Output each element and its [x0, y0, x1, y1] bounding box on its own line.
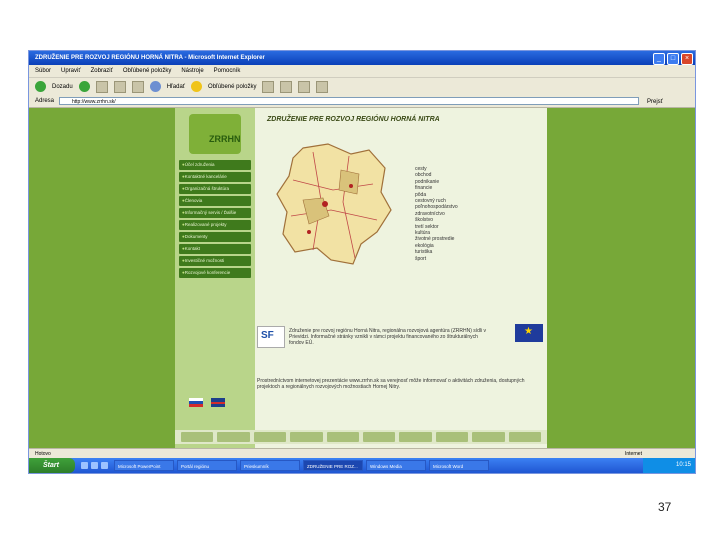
back-button-label[interactable]: Dozadu	[52, 84, 73, 90]
info-text-2: Prostredníctvom internetovej prezentácie…	[257, 378, 525, 390]
window-titlebar: ZDRUŽENIE PRE ROZVOJ REGIÓNU HORNÁ NITRA…	[29, 51, 695, 65]
quick-launch	[81, 462, 108, 469]
menu-view[interactable]: Zobraziť	[91, 65, 113, 77]
site-logo[interactable]: ZRRHN	[189, 114, 241, 154]
favorites-star-icon[interactable]	[191, 81, 203, 92]
info-box: SF Združenie pre rozvoj regiónu Horná Ni…	[257, 314, 543, 370]
system-tray: 10:15	[643, 458, 695, 473]
partner-logo[interactable]	[363, 432, 396, 442]
region-map[interactable]	[273, 140, 395, 270]
partner-logo[interactable]	[435, 432, 469, 442]
english-flag-icon[interactable]	[211, 398, 225, 407]
eu-flag-icon	[515, 324, 543, 342]
language-flags	[189, 398, 225, 407]
start-button[interactable]: Štart	[29, 458, 75, 473]
slovak-flag-icon[interactable]	[189, 398, 203, 407]
partner-logo[interactable]	[326, 432, 360, 442]
back-arrow-icon[interactable]	[35, 81, 46, 92]
go-button[interactable]: Prejsť	[647, 96, 663, 108]
address-label: Adresa	[35, 98, 55, 104]
nav-item[interactable]: Organizačná štruktúra	[179, 184, 251, 194]
search-button-label[interactable]: Hľadať	[167, 84, 185, 90]
menu-edit[interactable]: Upraviť	[61, 65, 81, 77]
quick-launch-icon[interactable]	[101, 462, 108, 469]
nav-item[interactable]: Členovia	[179, 196, 251, 206]
nav-item[interactable]: Informačný servis / Ďalšie	[179, 208, 251, 218]
quick-launch-icon[interactable]	[91, 462, 98, 469]
mail-icon[interactable]	[280, 80, 293, 93]
window-title: ZDRUŽENIE PRE ROZVOJ REGIÓNU HORNÁ NITRA…	[35, 55, 265, 61]
task-list: Microsoft PowerPoint Portál regiónu Prie…	[114, 460, 489, 471]
forward-arrow-icon[interactable]	[78, 81, 90, 92]
site-sidebar: ZRRHN Účel združenia Kontaktné kancelári…	[175, 108, 255, 448]
nav-item[interactable]: Dokumenty	[179, 232, 251, 242]
partner-logo[interactable]	[290, 432, 323, 442]
screenshot-screen: ZDRUŽENIE PRE ROZVOJ REGIÓNU HORNÁ NITRA…	[28, 50, 696, 474]
taskbar-item[interactable]: Microsoft PowerPoint	[114, 460, 174, 471]
quick-launch-icon[interactable]	[81, 462, 88, 469]
nav-item[interactable]: Investičné možnosti	[179, 256, 251, 266]
window-controls: _ □ ×	[653, 53, 693, 65]
browser-viewport: ZRRHN Účel združenia Kontaktné kancelári…	[29, 108, 695, 448]
category-link[interactable]: poľnohospodárstvo	[415, 204, 458, 210]
edit-icon[interactable]	[316, 80, 329, 93]
minimize-button[interactable]: _	[653, 53, 665, 65]
toolbar: Dozadu Hľadať Obľúbené položky	[29, 77, 695, 95]
taskbar: Štart Microsoft PowerPoint Portál región…	[29, 458, 695, 473]
menu-favorites[interactable]: Obľúbené položky	[123, 65, 171, 77]
partner-logo[interactable]	[399, 432, 432, 442]
nav-item[interactable]: Kontakt	[179, 244, 251, 254]
print-icon[interactable]	[298, 80, 311, 93]
taskbar-item[interactable]: Prieskumník	[240, 460, 300, 471]
taskbar-item[interactable]: Portál regiónu	[177, 460, 237, 471]
page-number: 37	[658, 500, 672, 514]
site-nav: Účel združenia Kontaktné kancelárie Orga…	[179, 160, 251, 280]
history-icon[interactable]	[262, 80, 275, 93]
home-icon[interactable]	[131, 80, 144, 93]
category-list: cesty obchod podnikanie financie pôda ce…	[415, 166, 458, 262]
partner-logos	[175, 430, 547, 444]
partner-logo[interactable]	[253, 432, 287, 442]
close-button[interactable]: ×	[681, 53, 693, 65]
nav-item[interactable]: Rozvojové konferencie	[179, 268, 251, 278]
nav-item[interactable]: Realizované projekty	[179, 220, 251, 230]
stop-icon[interactable]	[95, 80, 108, 93]
category-link[interactable]: životné prostredie	[415, 236, 458, 242]
taskbar-item[interactable]: Microsoft Word	[429, 460, 489, 471]
site-heading: ZDRUŽENIE PRE ROZVOJ REGIÓNU HORNÁ NITRA	[267, 116, 440, 123]
partner-logo[interactable]	[217, 432, 250, 442]
address-bar: Adresa http://www.zrrhn.sk/ Prejsť	[29, 95, 695, 108]
menu-tools[interactable]: Nástroje	[181, 65, 203, 77]
taskbar-item[interactable]: Windows Media	[366, 460, 426, 471]
menu-help[interactable]: Pomocník	[214, 65, 241, 77]
partner-logo[interactable]	[508, 432, 542, 442]
favorites-button-label[interactable]: Obľúbené položky	[208, 84, 256, 90]
refresh-icon[interactable]	[113, 80, 126, 93]
maximize-button[interactable]: □	[667, 53, 679, 65]
site-main: ZDRUŽENIE PRE ROZVOJ REGIÓNU HORNÁ NITRA…	[255, 108, 547, 448]
nav-item[interactable]: Účel združenia	[179, 160, 251, 170]
taskbar-item-active[interactable]: ZDRUŽENIE PRE ROZ...	[303, 460, 363, 471]
menu-file[interactable]: Súbor	[35, 65, 51, 77]
category-link[interactable]: šport	[415, 256, 458, 262]
search-icon[interactable]	[149, 81, 161, 92]
web-page: ZRRHN Účel združenia Kontaktné kancelári…	[175, 108, 547, 448]
menu-bar: Súbor Upraviť Zobraziť Obľúbené položky …	[29, 65, 695, 77]
logo-text: ZRRHN	[209, 134, 241, 144]
address-input[interactable]: http://www.zrrhn.sk/	[59, 97, 639, 105]
clock: 10:15	[675, 462, 691, 468]
partner-logo[interactable]	[472, 432, 505, 442]
info-text: Združenie pre rozvoj regiónu Horná Nitra…	[289, 328, 487, 346]
partner-logo[interactable]	[181, 432, 214, 442]
nav-item[interactable]: Kontaktné kancelárie	[179, 172, 251, 182]
